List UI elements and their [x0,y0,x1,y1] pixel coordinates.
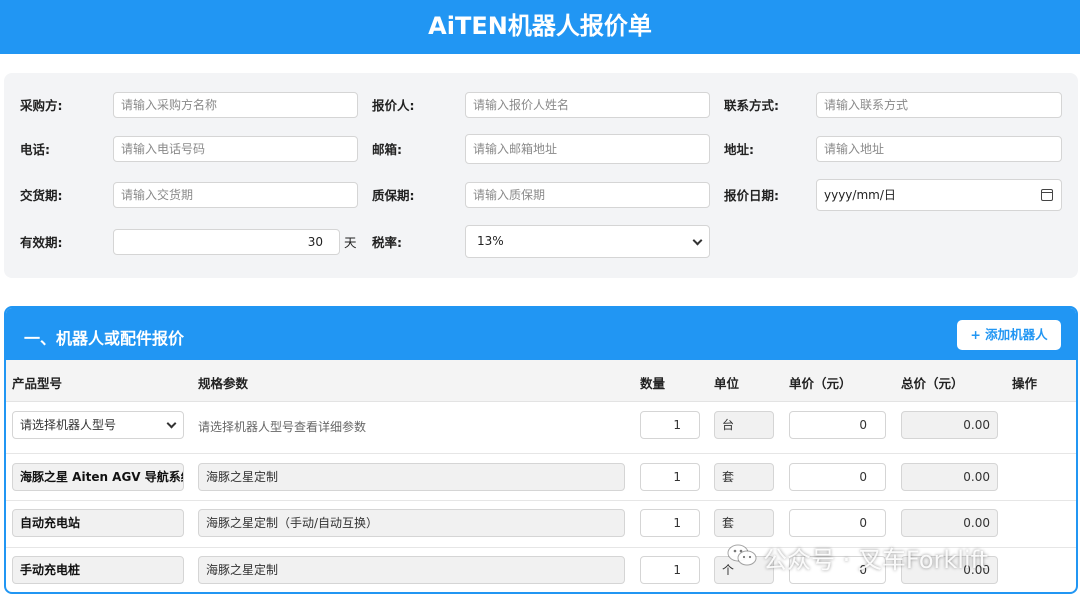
total-price-field: 0.00 [901,509,998,537]
tax-label: 税率: [372,235,402,250]
validity-input[interactable]: 30 [113,229,340,255]
warranty-label: 质保期: [372,188,415,203]
col-unit: 单位 [714,376,740,391]
col-price: 单价（元） [789,376,852,391]
col-qty: 数量 [640,376,666,391]
buyer-label: 采购方: [20,98,63,113]
contact-input[interactable]: 请输入联系方式 [816,92,1062,118]
warranty-input[interactable]: 请输入质保期 [465,182,710,208]
phone-input[interactable]: 请输入电话号码 [113,136,358,162]
quantity-input[interactable]: 1 [640,509,700,537]
unit-field: 套 [714,509,774,537]
delivery-label: 交货期: [20,188,63,203]
section-title: 一、机器人或配件报价 [24,329,185,348]
calendar-icon[interactable] [1041,189,1053,201]
validity-unit: 天 [344,235,357,250]
quantity-input[interactable]: 1 [640,556,700,584]
spec-field: 海豚之星定制 [198,463,625,491]
unit-price-input[interactable]: 0 [789,509,886,537]
add-robot-button[interactable]: + 添加机器人 [957,320,1061,350]
chevron-down-icon [166,418,177,429]
product-model-field: 海豚之星 Aiten AGV 导航系统 [12,463,184,491]
col-spec: 规格参数 [198,376,249,391]
table-row: 请选择机器人型号 请选择机器人型号查看详细参数 1 台 0 0.00 [6,402,1076,454]
unit-price-input[interactable]: 0 [789,411,886,439]
quantity-input[interactable]: 1 [640,463,700,491]
spec-field: 海豚之星定制 [198,556,625,584]
unit-field: 套 [714,463,774,491]
buyer-input[interactable]: 请输入采购方名称 [113,92,358,118]
robot-model-select[interactable]: 请选择机器人型号 [12,411,184,439]
total-price-field: 0.00 [901,411,998,439]
date-value: yyyy/mm/日 [824,188,896,202]
product-model-field: 自动充电站 [12,509,184,537]
quoter-input[interactable]: 请输入报价人姓名 [465,92,710,118]
address-label: 地址: [724,142,754,157]
spec-field: 海豚之星定制（手动/自动互换） [198,509,625,537]
unit-field: 台 [714,411,774,439]
email-label: 邮箱: [372,142,402,157]
tax-rate-value: 13% [477,234,504,248]
unit-price-input[interactable]: 0 [789,463,886,491]
date-label: 报价日期: [724,188,779,203]
watermark-text: 公众号 · 叉车Forklift [763,546,989,574]
spec-hint: 请选择机器人型号查看详细参数 [198,420,367,434]
chevron-down-icon [692,235,703,246]
delivery-input[interactable]: 请输入交货期 [113,182,358,208]
address-input[interactable]: 请输入地址 [816,136,1062,162]
robot-model-select-value: 请选择机器人型号 [20,418,117,432]
page-title: AiTEN机器人报价单 [428,12,652,40]
quoter-label: 报价人: [372,98,415,113]
header-bar: AiTEN机器人报价单 [0,0,1080,54]
table-header: 产品型号 规格参数 数量 单位 单价（元） 总价（元） 操作 [6,360,1076,402]
table-row: 海豚之星 Aiten AGV 导航系统 海豚之星定制 1 套 0 0.00 [6,454,1076,501]
col-model: 产品型号 [12,376,63,391]
total-price-field: 0.00 [901,463,998,491]
col-total: 总价（元） [901,376,964,391]
contact-label: 联系方式: [724,98,779,113]
quantity-input[interactable]: 1 [640,411,700,439]
validity-label: 有效期: [20,235,63,250]
phone-label: 电话: [20,142,50,157]
section-header: 一、机器人或配件报价 + 添加机器人 [6,308,1076,360]
product-model-field: 手动充电桩 [12,556,184,584]
quote-date-input[interactable]: yyyy/mm/日 [816,179,1062,211]
wechat-icon [727,544,757,566]
quote-info-panel: 采购方: 请输入采购方名称 报价人: 请输入报价人姓名 联系方式: 请输入联系方… [4,73,1078,278]
email-input[interactable]: 请输入邮箱地址 [465,134,710,164]
col-actions: 操作 [1012,376,1038,391]
tax-rate-select[interactable]: 13% [465,225,710,258]
